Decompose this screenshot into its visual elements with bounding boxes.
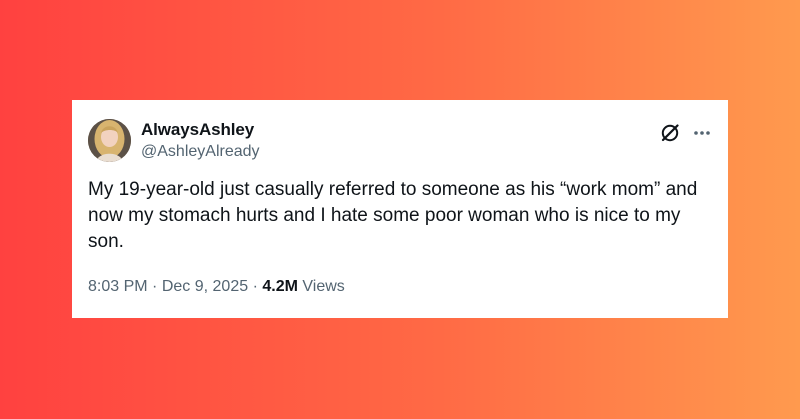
more-icon[interactable]	[691, 122, 713, 144]
meta-separator: ·	[152, 278, 158, 295]
user-handle[interactable]: @AshleyAlready	[141, 143, 260, 161]
tweet-time[interactable]: 8:03 PM	[88, 278, 148, 295]
tweet-text: My 19-year-old just casually referred to…	[88, 179, 698, 252]
grok-icon[interactable]	[659, 122, 681, 144]
avatar[interactable]	[88, 119, 131, 162]
views-label: Views	[302, 278, 345, 295]
tweet-meta: 8:03 PM · Dec 9, 2025 · 4.2M Views	[88, 278, 345, 296]
display-name[interactable]: AlwaysAshley	[141, 120, 254, 140]
tweet-date[interactable]: Dec 9, 2025	[162, 278, 248, 295]
views-count: 4.2M	[262, 278, 298, 295]
meta-separator: ·	[252, 278, 258, 295]
tweet-card[interactable]: AlwaysAshley @AshleyAlready My 19-year-o…	[72, 100, 728, 318]
avatar-image	[88, 119, 131, 162]
